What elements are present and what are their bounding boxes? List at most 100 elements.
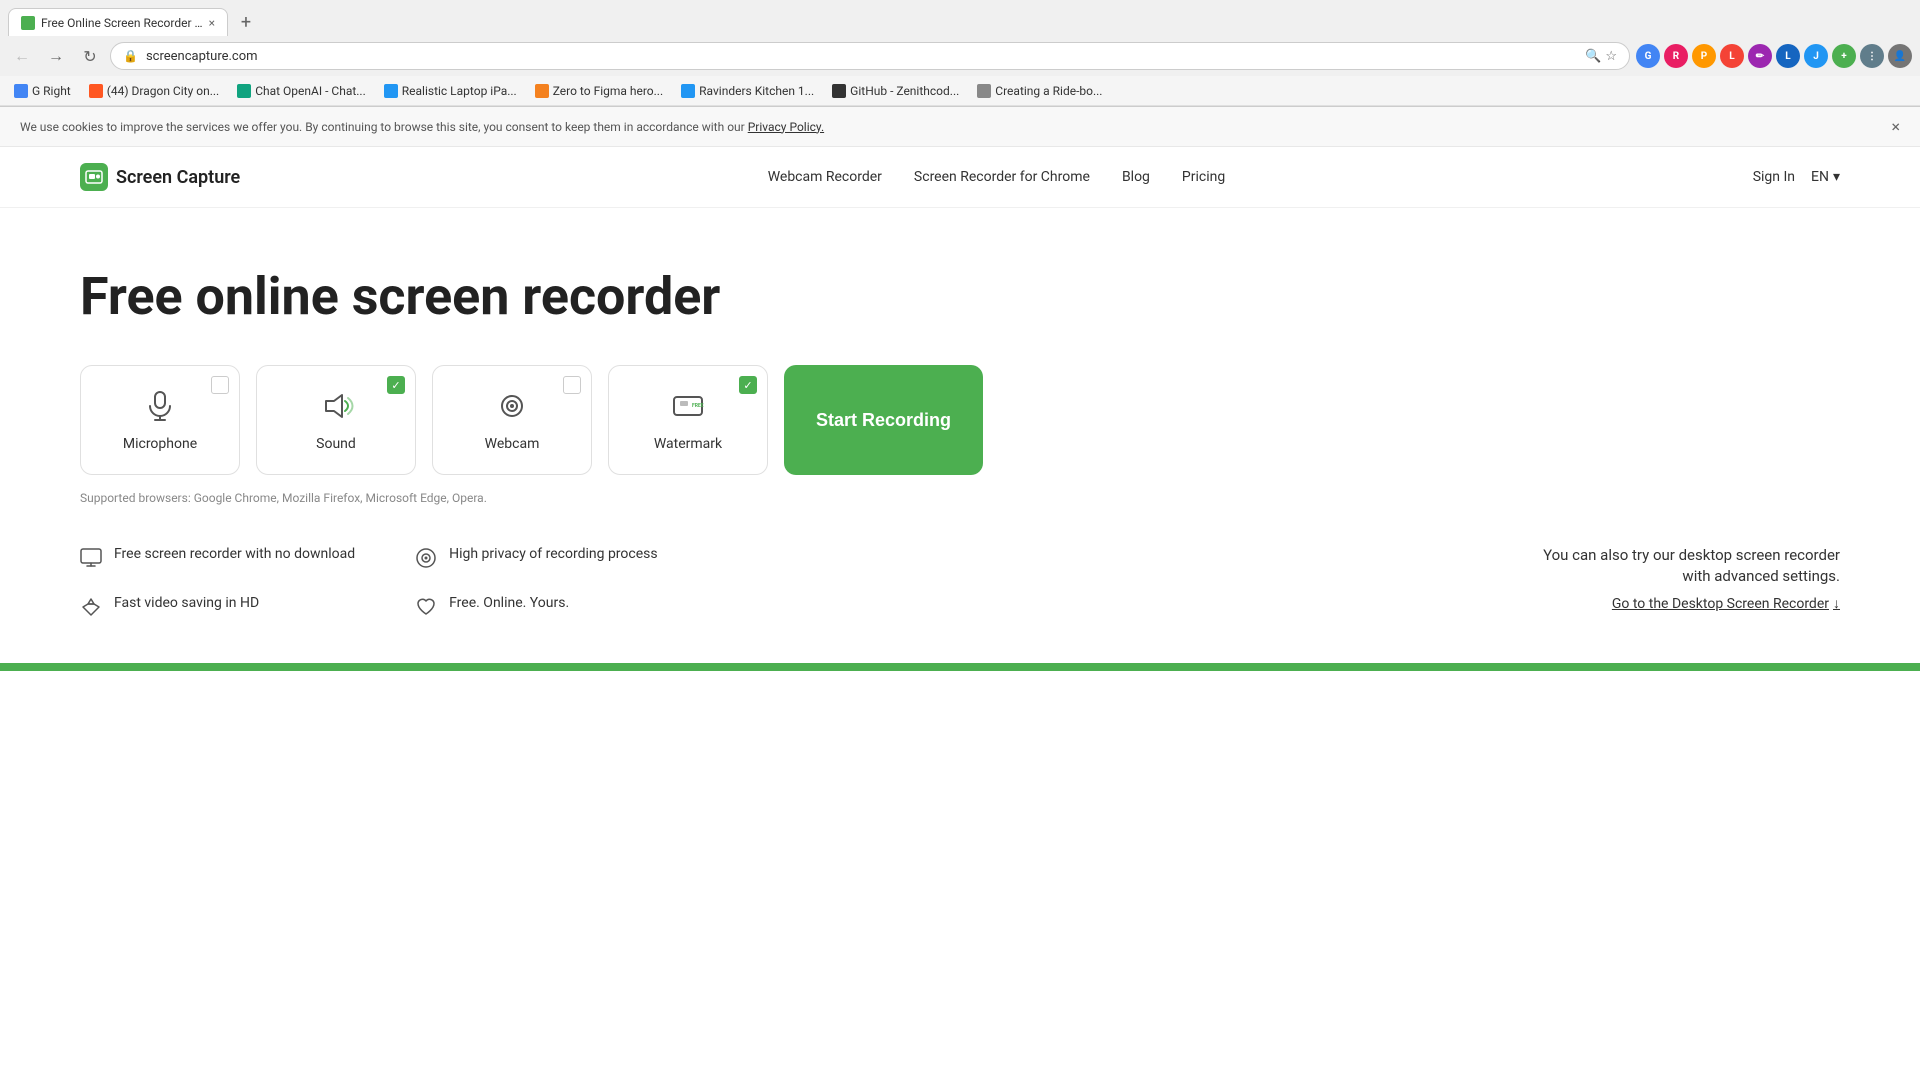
privacy-policy-link[interactable]: Privacy Policy. bbox=[748, 120, 824, 134]
cookie-banner: We use cookies to improve the services w… bbox=[0, 107, 1920, 147]
ext-icon-1[interactable]: G bbox=[1636, 44, 1660, 68]
privacy-icon bbox=[415, 547, 437, 574]
bookmark-figma[interactable]: Zero to Figma hero... bbox=[529, 82, 669, 100]
bottom-green-bar bbox=[0, 663, 1920, 671]
bookmark-chatgpt[interactable]: Chat OpenAI - Chat... bbox=[231, 82, 372, 100]
watermark-option[interactable]: ✓ FREE Watermark bbox=[608, 365, 768, 475]
features-grid: Free screen recorder with no download Hi… bbox=[80, 545, 690, 623]
bookmark-dragon-city[interactable]: (44) Dragon City on... bbox=[83, 82, 225, 100]
webcam-label: Webcam bbox=[485, 436, 540, 452]
reload-button[interactable]: ↻ bbox=[76, 42, 104, 70]
tab-close-button[interactable]: × bbox=[209, 16, 215, 30]
feature-no-download: Free screen recorder with no download bbox=[80, 545, 355, 574]
bookmark-g-right[interactable]: G Right bbox=[8, 82, 77, 100]
supported-browsers-text: Supported browsers: Google Chrome, Mozil… bbox=[80, 491, 1840, 505]
heart-icon bbox=[415, 596, 437, 623]
sound-icon bbox=[318, 388, 354, 428]
webcam-option[interactable]: Webcam bbox=[432, 365, 592, 475]
start-recording-button[interactable]: Start Recording bbox=[784, 365, 983, 475]
nav-pricing[interactable]: Pricing bbox=[1182, 169, 1225, 185]
ext-icon-2[interactable]: R bbox=[1664, 44, 1688, 68]
ext-icon-9[interactable]: ⋮ bbox=[1860, 44, 1884, 68]
feature-hd: Fast video saving in HD bbox=[80, 594, 355, 623]
bookmark-label: (44) Dragon City on... bbox=[107, 84, 219, 98]
logo-icon bbox=[80, 163, 108, 191]
bookmarks-bar: G Right (44) Dragon City on... Chat Open… bbox=[0, 76, 1920, 106]
bookmark-label: G Right bbox=[32, 84, 71, 98]
nav-blog[interactable]: Blog bbox=[1122, 169, 1150, 185]
bookmark-favicon bbox=[535, 84, 549, 98]
ext-icon-7[interactable]: J bbox=[1804, 44, 1828, 68]
feature-free: Free. Online. Yours. bbox=[415, 594, 690, 623]
bookmark-favicon bbox=[89, 84, 103, 98]
bookmark-star-icon[interactable]: ☆ bbox=[1605, 49, 1617, 64]
microphone-option[interactable]: Microphone bbox=[80, 365, 240, 475]
feature-text-hd: Fast video saving in HD bbox=[114, 594, 259, 614]
ext-icon-5[interactable]: ✏ bbox=[1748, 44, 1772, 68]
lock-icon: 🔒 bbox=[123, 49, 138, 63]
bookmark-laptop[interactable]: Realistic Laptop iPa... bbox=[378, 82, 523, 100]
bookmark-label: GitHub - Zenithcod... bbox=[850, 84, 959, 98]
back-button[interactable]: ← bbox=[8, 42, 36, 70]
watermark-icon: FREE bbox=[670, 388, 706, 428]
microphone-checkbox[interactable] bbox=[211, 376, 229, 394]
desktop-cta-link[interactable]: Go to the Desktop Screen Recorder ↓ bbox=[1543, 595, 1840, 612]
cookie-close-button[interactable]: × bbox=[1891, 117, 1900, 136]
bookmark-favicon bbox=[977, 84, 991, 98]
nav-screen-recorder-chrome[interactable]: Screen Recorder for Chrome bbox=[914, 169, 1090, 185]
bookmark-ride[interactable]: Creating a Ride-bo... bbox=[971, 82, 1108, 100]
webcam-icon bbox=[494, 388, 530, 428]
bookmark-label: Ravinders Kitchen 1... bbox=[699, 84, 814, 98]
ext-icon-6[interactable]: L bbox=[1776, 44, 1800, 68]
ext-icon-8[interactable]: + bbox=[1832, 44, 1856, 68]
microphone-icon bbox=[142, 388, 178, 428]
sound-label: Sound bbox=[316, 436, 356, 452]
bookmark-favicon bbox=[14, 84, 28, 98]
language-selector[interactable]: EN ▾ bbox=[1811, 169, 1840, 185]
address-bar[interactable]: 🔒 screencapture.com 🔍 ☆ bbox=[110, 42, 1630, 70]
microphone-label: Microphone bbox=[123, 436, 197, 452]
tab-bar: Free Online Screen Recorder | C... × + bbox=[0, 0, 1920, 36]
bookmark-github[interactable]: GitHub - Zenithcod... bbox=[826, 82, 965, 100]
tab-title: Free Online Screen Recorder | C... bbox=[41, 16, 203, 30]
cookie-text: We use cookies to improve the services w… bbox=[20, 120, 824, 134]
browser-chrome: Free Online Screen Recorder | C... × + ←… bbox=[0, 0, 1920, 107]
page-content: We use cookies to improve the services w… bbox=[0, 107, 1920, 1047]
watermark-checkbox[interactable]: ✓ bbox=[739, 376, 757, 394]
bookmark-label: Chat OpenAI - Chat... bbox=[255, 84, 366, 98]
sound-checkbox[interactable]: ✓ bbox=[387, 376, 405, 394]
ext-icon-3[interactable]: P bbox=[1692, 44, 1716, 68]
nav-webcam-recorder[interactable]: Webcam Recorder bbox=[768, 169, 882, 185]
chevron-down-icon: ▾ bbox=[1833, 169, 1840, 185]
address-bar-row: ← → ↻ 🔒 screencapture.com 🔍 ☆ G R P L ✏ … bbox=[0, 36, 1920, 76]
address-bar-icons: 🔍 ☆ bbox=[1585, 49, 1617, 64]
recording-options: Microphone ✓ Sound bbox=[80, 365, 1840, 475]
feature-text-privacy: High privacy of recording process bbox=[449, 545, 657, 565]
bookmark-label: Zero to Figma hero... bbox=[553, 84, 663, 98]
download-icon: ↓ bbox=[1833, 595, 1840, 612]
watermark-label: Watermark bbox=[654, 436, 722, 452]
active-tab[interactable]: Free Online Screen Recorder | C... × bbox=[8, 8, 228, 36]
feature-text-free: Free. Online. Yours. bbox=[449, 594, 569, 614]
tab-favicon bbox=[21, 16, 35, 30]
bookmark-kitchen[interactable]: Ravinders Kitchen 1... bbox=[675, 82, 820, 100]
extension-icons: G R P L ✏ L J + ⋮ 👤 bbox=[1636, 44, 1912, 68]
nav-right: Sign In EN ▾ bbox=[1753, 169, 1840, 185]
bookmark-favicon bbox=[832, 84, 846, 98]
hero-title: Free online screen recorder bbox=[80, 268, 1840, 325]
logo[interactable]: Screen Capture bbox=[80, 163, 240, 191]
bookmark-favicon bbox=[384, 84, 398, 98]
url-text: screencapture.com bbox=[146, 49, 258, 64]
nav-links: Webcam Recorder Screen Recorder for Chro… bbox=[768, 169, 1226, 185]
forward-button[interactable]: → bbox=[42, 42, 70, 70]
webcam-checkbox[interactable] bbox=[563, 376, 581, 394]
sound-option[interactable]: ✓ Sound bbox=[256, 365, 416, 475]
ext-icon-4[interactable]: L bbox=[1720, 44, 1744, 68]
logo-text: Screen Capture bbox=[116, 167, 240, 188]
bookmark-favicon bbox=[237, 84, 251, 98]
new-tab-button[interactable]: + bbox=[232, 8, 260, 36]
search-icon[interactable]: 🔍 bbox=[1585, 49, 1601, 64]
bookmark-favicon bbox=[681, 84, 695, 98]
sign-in-link[interactable]: Sign In bbox=[1753, 169, 1795, 185]
profile-icon[interactable]: 👤 bbox=[1888, 44, 1912, 68]
